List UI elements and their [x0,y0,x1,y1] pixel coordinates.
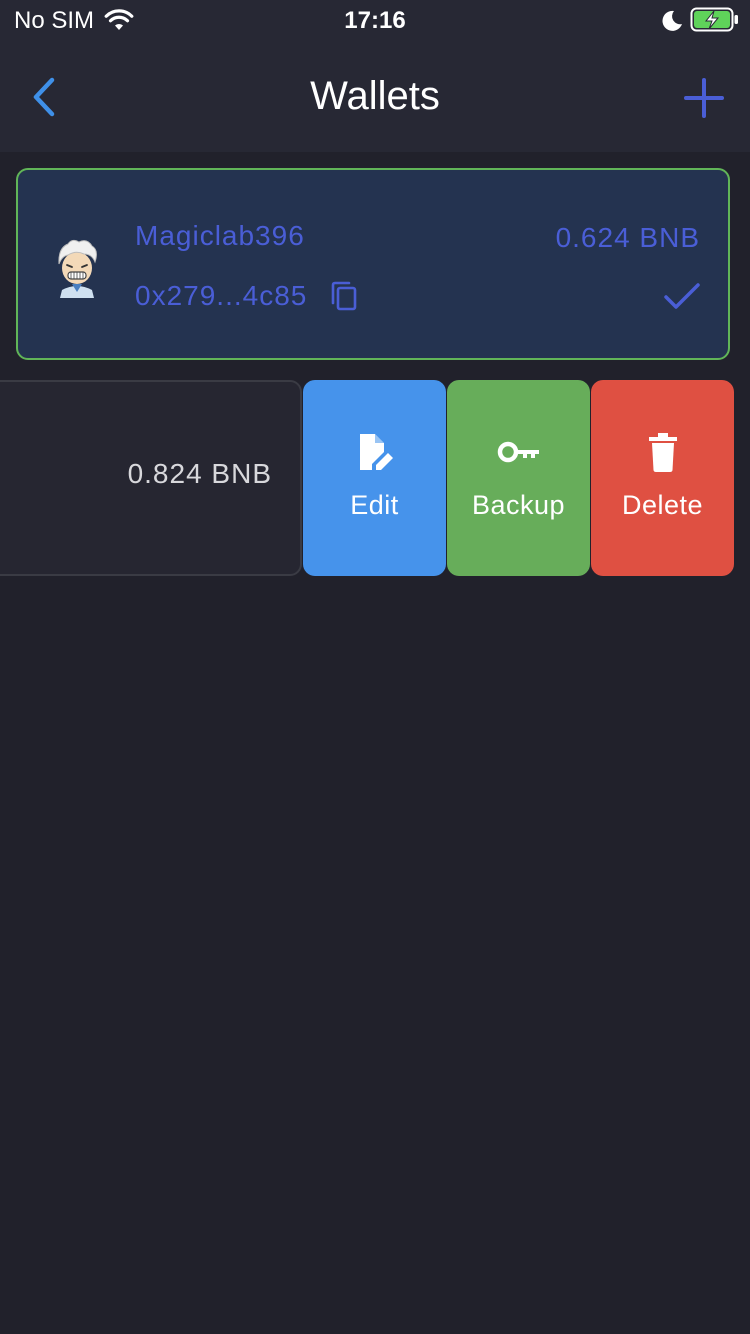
edit-label: Edit [350,490,399,520]
key-icon [447,432,590,477]
battery-icon [690,7,740,38]
status-time: 17:16 [344,7,406,34]
plus-icon [684,78,724,118]
wallet-balance: 0.624 BNB [555,222,700,253]
trash-icon [591,432,734,477]
check-icon [662,280,702,312]
wallet-card-selected[interactable]: Magiclab396 0.624 BNB 0x279...4c85 [16,168,730,360]
copy-icon[interactable] [330,280,358,312]
backup-label: Backup [471,490,566,520]
add-wallet-button[interactable] [682,76,726,120]
wallet-name: Magiclab396 [135,220,305,251]
page-title: Wallets [310,74,440,118]
wallet-address: 0x279...4c85 [135,280,308,311]
avatar [54,238,100,298]
backup-button[interactable]: Backup [447,380,590,576]
wallet-card[interactable]: 0.824 BNB [0,380,302,576]
edit-document-icon [303,432,446,477]
wallet-balance: 0.824 BNB [127,458,272,489]
delete-label: Delete [621,490,704,520]
delete-button[interactable]: Delete [591,380,734,576]
wallet-row-swiped: 0.824 BNB Edit Backup Delete [0,380,750,576]
status-bar: No SIM 17:16 [0,0,750,44]
moon-icon [660,9,684,38]
edit-button[interactable]: Edit [303,380,446,576]
header: No SIM 17:16 Wallets [0,0,750,152]
